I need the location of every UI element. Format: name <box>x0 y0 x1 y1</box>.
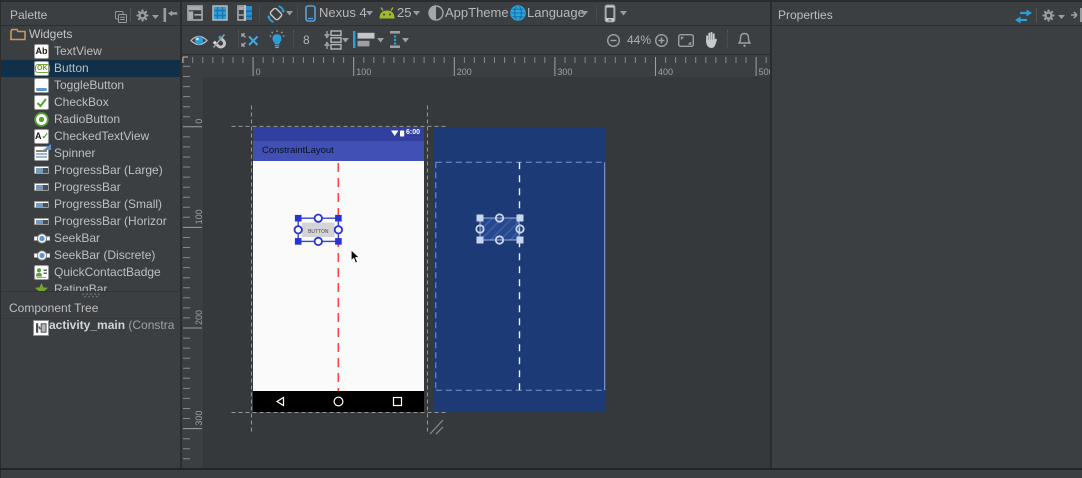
svg-text:BUTTON: BUTTON <box>308 229 329 235</box>
